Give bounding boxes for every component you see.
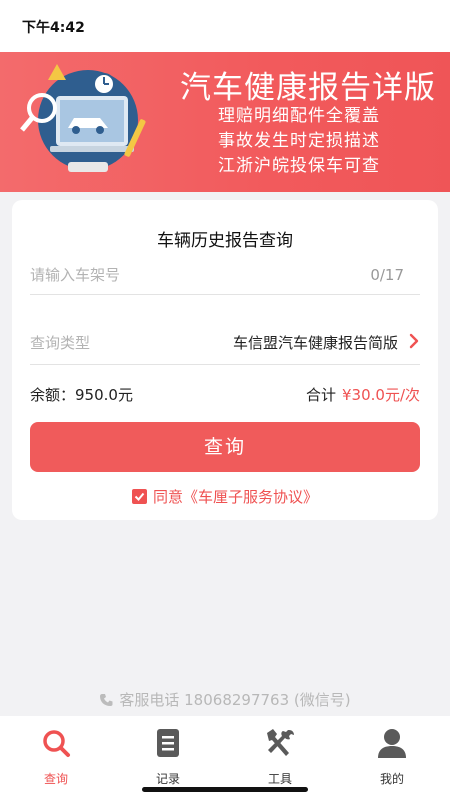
query-button[interactable]: 查询 xyxy=(30,422,420,472)
banner-feature-line: 理赔明细配件全覆盖 xyxy=(218,106,380,126)
user-icon xyxy=(378,729,406,758)
tab-tools[interactable]: 工具 xyxy=(224,726,336,787)
tools-icon xyxy=(267,729,294,756)
tab-label: 查询 xyxy=(43,772,68,786)
tab-label: 记录 xyxy=(155,772,180,786)
banner-feature-line: 事故发生时定损描述 xyxy=(218,131,380,151)
tab-label: 工具 xyxy=(267,772,292,786)
agreement-checkbox[interactable] xyxy=(131,489,147,504)
tab-mine[interactable]: 我的 xyxy=(336,726,448,787)
banner-feature-list: 理赔明细配件全覆盖 事故发生时定损描述 江浙沪皖投保车可查 xyxy=(218,104,380,179)
vin-input[interactable] xyxy=(30,262,330,288)
status-bar: 下午4:42 xyxy=(0,0,450,52)
form-title: 车辆历史报告查询 xyxy=(157,231,293,251)
agreement-row[interactable]: 同意《车厘子服务协议》 xyxy=(12,486,438,507)
chevron-right-icon xyxy=(409,333,419,349)
banner-feature-line: 江浙沪皖投保车可查 xyxy=(218,156,380,176)
query-type-value: 车信盟汽车健康报告简版 xyxy=(232,334,398,352)
customer-service-info: 客服电话 18068297763 (微信号) xyxy=(0,689,450,710)
tab-label: 我的 xyxy=(379,772,404,786)
document-icon xyxy=(157,729,179,757)
balance-text: 余额：950.0元 xyxy=(30,386,133,404)
query-type-label: 查询类型 xyxy=(30,334,91,352)
price-value: ¥30.0元/次 xyxy=(342,386,420,404)
vin-character-counter: 0/17 xyxy=(370,266,404,284)
customer-service-text: 客服电话 18068297763 (微信号) xyxy=(119,691,351,709)
total-label: 合计 xyxy=(305,386,336,404)
home-indicator[interactable] xyxy=(142,787,308,792)
status-time: 下午4:42 xyxy=(22,20,85,36)
search-icon xyxy=(43,730,70,757)
agreement-text[interactable]: 同意《车厘子服务协议》 xyxy=(153,488,318,506)
checkmark-icon xyxy=(134,492,145,501)
promo-banner[interactable]: 汽车健康报告详版 理赔明细配件全覆盖 事故发生时定损描述 江浙沪皖投保车可查 xyxy=(0,52,450,192)
total-price: 合计 ¥30.0元/次 xyxy=(306,384,420,405)
query-type-selector[interactable]: 查询类型 车信盟汽车健康报告简版 xyxy=(30,326,420,365)
car-diagnostic-illustration xyxy=(20,64,146,172)
vin-input-row: 0/17 xyxy=(30,256,420,295)
phone-icon xyxy=(100,694,113,706)
tab-query[interactable]: 查询 xyxy=(0,726,112,787)
query-form-card: 车辆历史报告查询 0/17 查询类型 车信盟汽车健康报告简版 余额：950.0元… xyxy=(12,200,438,520)
tab-records[interactable]: 记录 xyxy=(112,726,224,787)
banner-title: 汽车健康报告详版 xyxy=(180,70,436,106)
